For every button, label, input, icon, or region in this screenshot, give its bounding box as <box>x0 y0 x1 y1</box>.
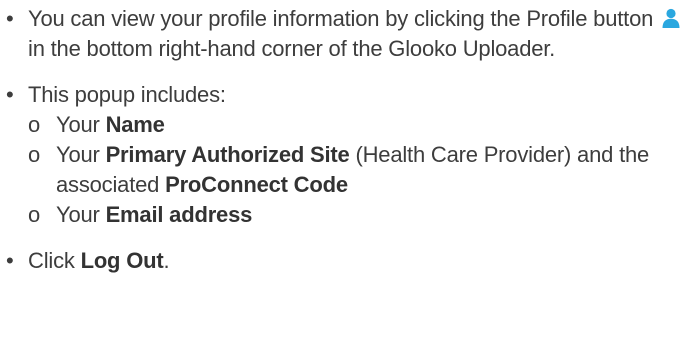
person-icon <box>661 6 681 28</box>
item-bold: Email address <box>105 202 253 227</box>
bullet-popup: • This popup includes: <box>0 80 686 110</box>
instructions-document: • You can view your profile information … <box>0 4 686 276</box>
item-bold: Primary Authorized Site <box>105 142 350 167</box>
bullet-logout: • Click Log Out. <box>0 246 686 276</box>
sub-marker: o <box>28 202 41 227</box>
popup-intro: This popup includes: <box>28 82 226 107</box>
logout-bold: Log Out <box>80 248 164 273</box>
popup-item-email: o Your Email address <box>0 200 686 230</box>
popup-item-site: o Your Primary Authorized Site (Health C… <box>0 140 686 200</box>
bullet-profile: • You can view your profile information … <box>0 4 686 64</box>
item-bold: Name <box>105 112 165 137</box>
logout-prefix: Click <box>28 248 81 273</box>
item-prefix: Your <box>56 142 106 167</box>
profile-text-before: You can view your profile information by… <box>28 6 654 31</box>
sub-marker: o <box>28 142 41 167</box>
item-bold-proconnect: ProConnect Code <box>165 172 348 197</box>
item-prefix: Your <box>56 112 106 137</box>
popup-item-name: o Your Name <box>0 110 686 140</box>
bullet-marker: • <box>6 6 14 31</box>
profile-text-after: in the bottom right-hand corner of the G… <box>28 36 556 61</box>
bullet-marker: • <box>6 82 14 107</box>
bullet-marker: • <box>6 248 14 273</box>
item-prefix: Your <box>56 202 106 227</box>
logout-suffix: . <box>163 248 170 273</box>
sub-marker: o <box>28 112 41 137</box>
